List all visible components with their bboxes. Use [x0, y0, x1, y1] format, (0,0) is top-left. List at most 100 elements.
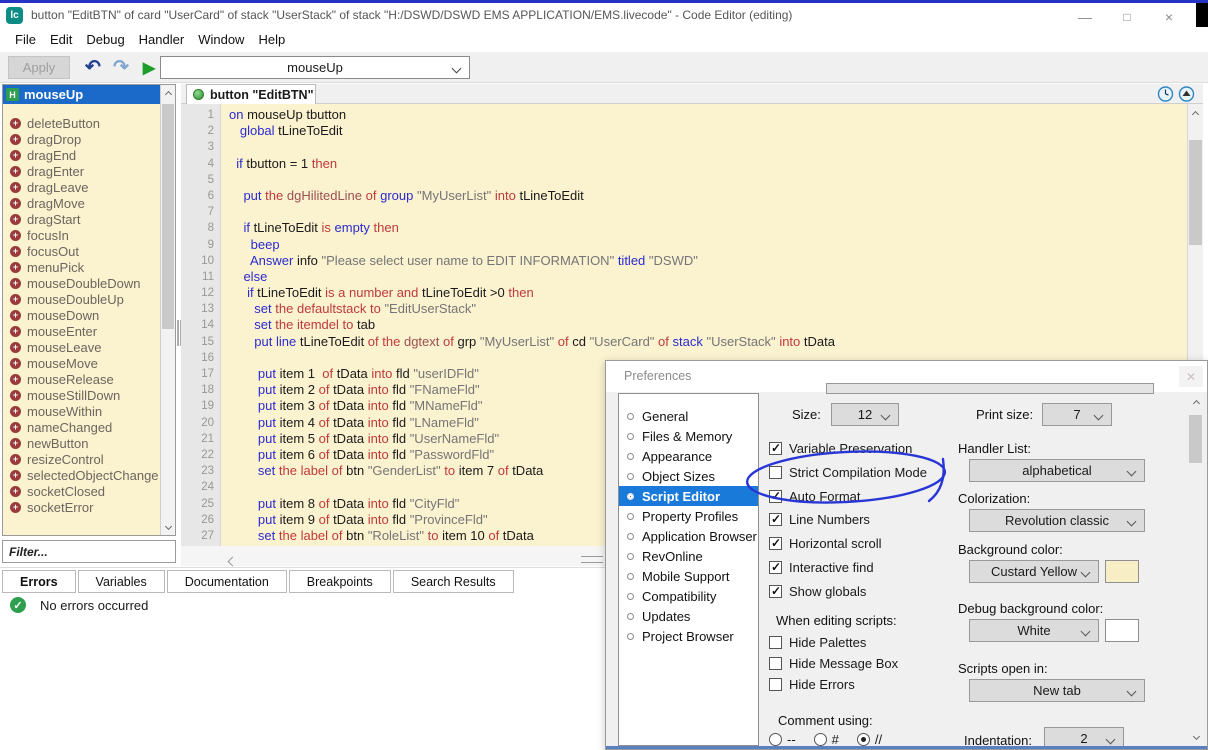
code-line[interactable]: 14 set the itemdel to tab	[181, 317, 1186, 333]
close-button[interactable]: ×	[1148, 6, 1190, 27]
checkbox-hide-palettes[interactable]: Hide Palettes	[769, 635, 866, 650]
menu-file[interactable]: File	[8, 32, 43, 47]
handler-list-item[interactable]: +mouseDoubleUp	[3, 291, 159, 307]
prefs-nav-updates[interactable]: Updates	[619, 606, 758, 626]
checkbox-icon[interactable]	[769, 678, 782, 691]
code-line[interactable]: 3	[181, 139, 1186, 155]
prefs-nav-compatibility[interactable]: Compatibility	[619, 586, 758, 606]
tab-button-editbtn[interactable]: button "EditBTN"	[186, 84, 316, 104]
handler-list-item[interactable]: +resizeControl	[3, 451, 159, 467]
code-line[interactable]: 8 if tLineToEdit is empty then	[181, 220, 1186, 236]
scrollbar-thumb[interactable]	[162, 104, 174, 329]
bottom-tab-variables[interactable]: Variables	[78, 570, 165, 593]
checkbox-line-numbers[interactable]: Line Numbers	[769, 512, 870, 527]
undo-icon[interactable]: ↶	[80, 53, 106, 82]
checkbox-icon[interactable]	[769, 585, 782, 598]
handler-list-item[interactable]: +mouseRelease	[3, 371, 159, 387]
handler-list-item[interactable]: +mouseDown	[3, 307, 159, 323]
prefs-nav-mobile-support[interactable]: Mobile Support	[619, 566, 758, 586]
print-size-dropdown[interactable]: 7	[1042, 403, 1112, 426]
handler-list-item[interactable]: +socketError	[3, 499, 159, 515]
scroll-up-icon[interactable]	[1188, 395, 1204, 411]
prefs-nav-revonline[interactable]: RevOnline	[619, 546, 758, 566]
scroll-down-icon[interactable]	[1188, 728, 1204, 744]
selected-handler-row[interactable]: H mouseUp	[3, 85, 160, 104]
handler-list-item[interactable]: +focusIn	[3, 227, 159, 243]
comment-radio-slashes[interactable]: //	[857, 732, 882, 747]
handler-list-item[interactable]: +selectedObjectChange	[3, 467, 159, 483]
code-line[interactable]: 2 global tLineToEdit	[181, 123, 1186, 139]
prefs-nav-appearance[interactable]: Appearance	[619, 446, 758, 466]
menu-edit[interactable]: Edit	[43, 32, 79, 47]
handler-list-item[interactable]: +mouseStillDown	[3, 387, 159, 403]
code-line[interactable]: 12 if tLineToEdit is a number and tLineT…	[181, 285, 1186, 301]
handler-list-item[interactable]: +mouseWithin	[3, 403, 159, 419]
handler-list-item[interactable]: +focusOut	[3, 243, 159, 259]
code-line[interactable]: 4 if tbutton = 1 then	[181, 156, 1186, 172]
handler-list-item[interactable]: +nameChanged	[3, 419, 159, 435]
preferences-close-icon[interactable]: ✕	[1179, 366, 1203, 387]
run-icon[interactable]: ▶	[136, 53, 162, 82]
bottom-tab-errors[interactable]: Errors	[2, 570, 76, 593]
prefs-nav-script-editor[interactable]: Script Editor	[619, 486, 758, 506]
handler-list-item[interactable]: +socketClosed	[3, 483, 159, 499]
prefs-nav-project-browser[interactable]: Project Browser	[619, 626, 758, 646]
checkbox-icon[interactable]	[769, 513, 782, 526]
checkbox-icon[interactable]	[769, 537, 782, 550]
menu-window[interactable]: Window	[191, 32, 251, 47]
checkbox-show-globals[interactable]: Show globals	[769, 584, 866, 599]
preferences-scrollbar[interactable]	[1188, 395, 1204, 744]
comment-radio-dashes[interactable]: --	[769, 732, 796, 747]
handler-list-dropdown[interactable]: alphabetical	[969, 459, 1145, 482]
handler-list-item[interactable]: +mouseEnter	[3, 323, 159, 339]
radio-icon[interactable]	[814, 733, 827, 746]
checkbox-hide-message-box[interactable]: Hide Message Box	[769, 656, 898, 671]
maximize-button[interactable]: □	[1106, 6, 1148, 27]
radio-icon[interactable]	[769, 733, 782, 746]
scrollbar-thumb[interactable]	[1189, 140, 1202, 245]
bottom-tab-search-results[interactable]: Search Results	[393, 570, 514, 593]
checkbox-interactive-find[interactable]: Interactive find	[769, 560, 874, 575]
checkbox-strict-compilation-mode[interactable]: Strict Compilation Mode	[769, 465, 927, 480]
handler-list-item[interactable]: +mouseDoubleDown	[3, 275, 159, 291]
handler-list-item[interactable]: +dragEnter	[3, 163, 159, 179]
code-line[interactable]: 5	[181, 172, 1186, 188]
redo-icon[interactable]: ↷	[108, 53, 134, 82]
handler-list-item[interactable]: +dragMove	[3, 195, 159, 211]
handler-list-scrollbar[interactable]	[160, 85, 175, 535]
bottom-tab-documentation[interactable]: Documentation	[167, 570, 287, 593]
checkbox-auto-format[interactable]: Auto Format	[769, 489, 861, 504]
code-line[interactable]: 11 else	[181, 269, 1186, 285]
handler-list-item[interactable]: +dragStart	[3, 211, 159, 227]
bottom-splitter-handle[interactable]	[581, 556, 603, 563]
debug-background-color-dropdown[interactable]: White	[969, 619, 1099, 642]
checkbox-variable-preservation[interactable]: Variable Preservation	[769, 441, 912, 456]
checkbox-hide-errors[interactable]: Hide Errors	[769, 677, 855, 692]
prefs-nav-files-memory[interactable]: Files & Memory	[619, 426, 758, 446]
prefs-nav-property-profiles[interactable]: Property Profiles	[619, 506, 758, 526]
background-color-dropdown[interactable]: Custard Yellow	[969, 560, 1099, 583]
code-line[interactable]: 6 put the dgHilitedLine of group "MyUser…	[181, 188, 1186, 204]
radio-icon[interactable]	[857, 733, 870, 746]
menu-debug[interactable]: Debug	[79, 32, 131, 47]
code-line[interactable]: 1on mouseUp tbutton	[181, 107, 1186, 123]
font-dropdown-partial[interactable]	[826, 383, 1154, 394]
handler-list-item[interactable]: +deleteButton	[3, 115, 159, 131]
filter-input[interactable]: Filter...	[2, 540, 176, 563]
handler-list-item[interactable]: +mouseMove	[3, 355, 159, 371]
code-line[interactable]: 9 beep	[181, 237, 1186, 253]
prefs-nav-object-sizes[interactable]: Object Sizes	[619, 466, 758, 486]
handler-dropdown[interactable]: mouseUp	[160, 56, 470, 79]
handler-list-item[interactable]: +dragEnd	[3, 147, 159, 163]
code-line[interactable]: 10 Answer info "Please select user name …	[181, 253, 1186, 269]
scripts-open-in-dropdown[interactable]: New tab	[969, 679, 1145, 702]
checkbox-icon[interactable]	[769, 657, 782, 670]
handler-list-item[interactable]: +mouseLeave	[3, 339, 159, 355]
comment-radio-hash[interactable]: #	[814, 732, 839, 747]
scroll-up-icon[interactable]	[1188, 106, 1202, 122]
handler-list-item[interactable]: +dragDrop	[3, 131, 159, 147]
collapse-panel-icon[interactable]	[1178, 85, 1195, 102]
checkbox-horizontal-scroll[interactable]: Horizontal scroll	[769, 536, 881, 551]
handler-list-item[interactable]: +menuPick	[3, 259, 159, 275]
code-line[interactable]: 7	[181, 204, 1186, 220]
